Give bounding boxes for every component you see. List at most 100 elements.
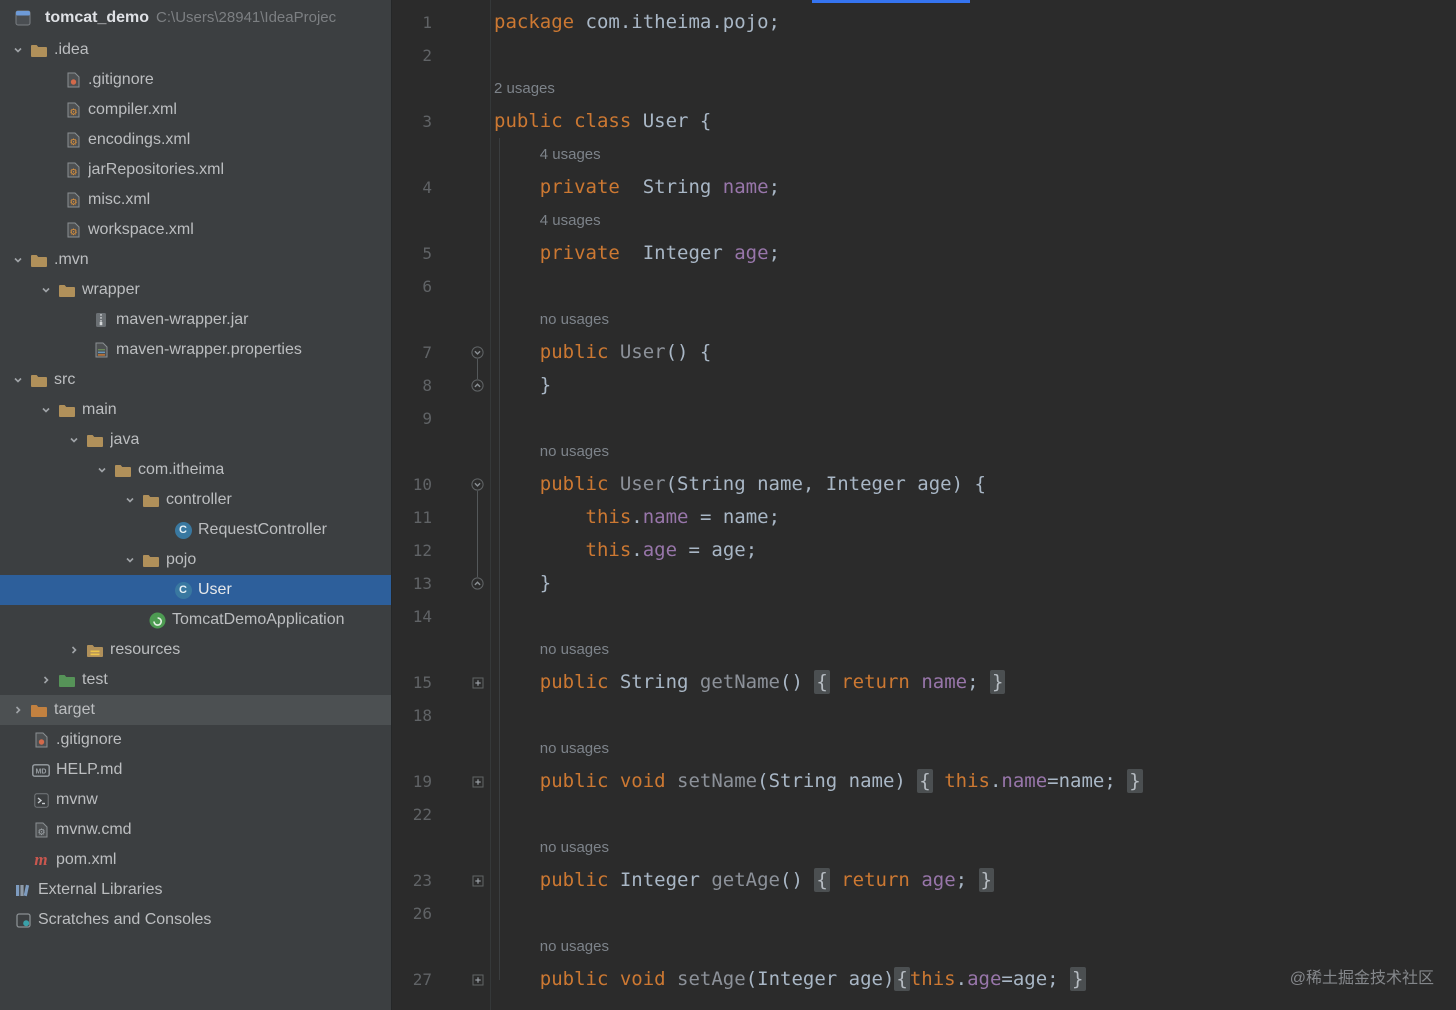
- editor-line[interactable]: 10 public User(String name, Integer age)…: [392, 468, 1456, 501]
- editor-gutter[interactable]: [432, 138, 490, 171]
- code-line[interactable]: this.age = age;: [490, 534, 758, 567]
- line-number[interactable]: 7: [392, 343, 432, 362]
- tree-item-resources[interactable]: resources: [0, 635, 391, 665]
- code-line[interactable]: public class User {: [490, 105, 711, 138]
- usages-inlay-hint[interactable]: 2 usages: [490, 80, 555, 97]
- editor-line[interactable]: 11 this.name = name;: [392, 501, 1456, 534]
- editor-gutter[interactable]: [432, 336, 490, 369]
- usages-inlay-hint[interactable]: 4 usages: [490, 212, 601, 229]
- line-number[interactable]: 3: [392, 112, 432, 131]
- code-editor[interactable]: 1 package com.itheima.pojo; 2 2 usages 3 publ…: [392, 6, 1456, 1010]
- tree-item-requestcontroller[interactable]: C RequestController: [0, 515, 391, 545]
- usages-inlay-hint[interactable]: no usages: [490, 311, 609, 328]
- editor-line[interactable]: 26: [392, 897, 1456, 930]
- line-number[interactable]: 1: [392, 13, 432, 32]
- code-line[interactable]: this.name = name;: [490, 501, 781, 534]
- editor-gutter[interactable]: [432, 468, 490, 501]
- fold-collapse-icon[interactable]: [471, 478, 484, 491]
- folded-region-placeholder[interactable]: {: [894, 967, 910, 991]
- tree-item-gitignore[interactable]: .gitignore: [0, 725, 391, 755]
- code-line[interactable]: private String name;: [490, 171, 780, 204]
- line-number[interactable]: 8: [392, 376, 432, 395]
- editor-line[interactable]: 22: [392, 798, 1456, 831]
- editor-gutter[interactable]: [432, 930, 490, 963]
- editor-line[interactable]: 13 }: [392, 567, 1456, 600]
- editor-gutter[interactable]: [432, 600, 490, 633]
- editor-line[interactable]: 8 }: [392, 369, 1456, 402]
- chevron-down-icon[interactable]: [8, 374, 28, 386]
- chevron-down-icon[interactable]: [36, 404, 56, 416]
- editor-line[interactable]: [392, 996, 1456, 1010]
- chevron-down-icon[interactable]: [8, 254, 28, 266]
- usages-inlay-hint[interactable]: no usages: [490, 938, 609, 955]
- tree-item-user[interactable]: C User: [0, 575, 391, 605]
- editor-gutter[interactable]: [432, 303, 490, 336]
- line-number[interactable]: 6: [392, 277, 432, 296]
- editor-gutter[interactable]: [432, 534, 490, 567]
- chevron-right-icon[interactable]: [36, 674, 56, 686]
- tree-item-src[interactable]: src: [0, 365, 391, 395]
- editor-line[interactable]: 2: [392, 39, 1456, 72]
- editor-line[interactable]: 19 public void setName(String name) { th…: [392, 765, 1456, 798]
- chevron-down-icon[interactable]: [120, 554, 140, 566]
- fold-collapse-icon[interactable]: [471, 577, 484, 590]
- line-number[interactable]: 13: [392, 574, 432, 593]
- editor-gutter[interactable]: [432, 666, 490, 699]
- tree-item-encodings-xml[interactable]: ⚙ encodings.xml: [0, 125, 391, 155]
- usages-inlay-hint[interactable]: 4 usages: [490, 146, 601, 163]
- line-number[interactable]: 19: [392, 772, 432, 791]
- chevron-down-icon[interactable]: [36, 284, 56, 296]
- tree-item-mvnw-cmd[interactable]: ⚙ mvnw.cmd: [0, 815, 391, 845]
- editor-gutter[interactable]: [432, 732, 490, 765]
- tree-item-workspace-xml[interactable]: ⚙ workspace.xml: [0, 215, 391, 245]
- chevron-down-icon[interactable]: [92, 464, 112, 476]
- editor-gutter[interactable]: [432, 435, 490, 468]
- tree-item-maven-wrapper-jar[interactable]: maven-wrapper.jar: [0, 305, 391, 335]
- tree-item-tomcatdemoapplication[interactable]: TomcatDemoApplication: [0, 605, 391, 635]
- editor-gutter[interactable]: [432, 72, 490, 105]
- usages-inlay-hint[interactable]: no usages: [490, 740, 609, 757]
- editor-line[interactable]: 1 package com.itheima.pojo;: [392, 6, 1456, 39]
- tree-item-controller[interactable]: controller: [0, 485, 391, 515]
- tree-item-test[interactable]: test: [0, 665, 391, 695]
- line-number[interactable]: 12: [392, 541, 432, 560]
- usages-inlay-hint[interactable]: no usages: [490, 839, 609, 856]
- project-root-row[interactable]: tomcat_demo C:\Users\28941\IdeaProjec: [0, 0, 391, 35]
- line-number[interactable]: 10: [392, 475, 432, 494]
- editor-gutter[interactable]: [432, 831, 490, 864]
- editor-gutter[interactable]: [432, 633, 490, 666]
- line-number[interactable]: 23: [392, 871, 432, 890]
- line-number[interactable]: 22: [392, 805, 432, 824]
- folded-region-placeholder[interactable]: }: [989, 670, 1006, 694]
- chevron-right-icon[interactable]: [64, 644, 84, 656]
- line-number[interactable]: 2: [392, 46, 432, 65]
- tree-item-compiler-xml[interactable]: ⚙ compiler.xml: [0, 95, 391, 125]
- editor-gutter[interactable]: [432, 105, 490, 138]
- tree-item-java[interactable]: java: [0, 425, 391, 455]
- chevron-down-icon[interactable]: [120, 494, 140, 506]
- folded-region-placeholder[interactable]: }: [978, 868, 994, 892]
- editor-gutter[interactable]: [432, 270, 490, 303]
- editor-line[interactable]: 5 private Integer age;: [392, 237, 1456, 270]
- tree-item-maven-wrapper-properties[interactable]: maven-wrapper.properties: [0, 335, 391, 365]
- folded-region-placeholder[interactable]: }: [1127, 769, 1143, 793]
- tree-item-pojo[interactable]: pojo: [0, 545, 391, 575]
- editor-gutter[interactable]: [432, 369, 490, 402]
- tree-item-mvn[interactable]: .mvn: [0, 245, 391, 275]
- code-line[interactable]: public User(String name, Integer age) {: [490, 468, 986, 501]
- tree-item-target[interactable]: target: [0, 695, 391, 725]
- line-number[interactable]: 9: [392, 409, 432, 428]
- folded-region-placeholder[interactable]: {: [917, 769, 933, 793]
- tree-item-main[interactable]: main: [0, 395, 391, 425]
- editor-gutter[interactable]: [432, 897, 490, 930]
- editor-line[interactable]: 7 public User() {: [392, 336, 1456, 369]
- tree-item-help-md[interactable]: MD HELP.md: [0, 755, 391, 785]
- line-number[interactable]: 26: [392, 904, 432, 923]
- editor-line[interactable]: 3 public class User {: [392, 105, 1456, 138]
- fold-collapse-icon[interactable]: [471, 379, 484, 392]
- editor-gutter[interactable]: [432, 567, 490, 600]
- fold-collapse-icon[interactable]: [471, 346, 484, 359]
- usages-inlay-hint[interactable]: no usages: [490, 443, 609, 460]
- fold-expand-icon[interactable]: [472, 875, 484, 887]
- chevron-down-icon[interactable]: [8, 44, 28, 56]
